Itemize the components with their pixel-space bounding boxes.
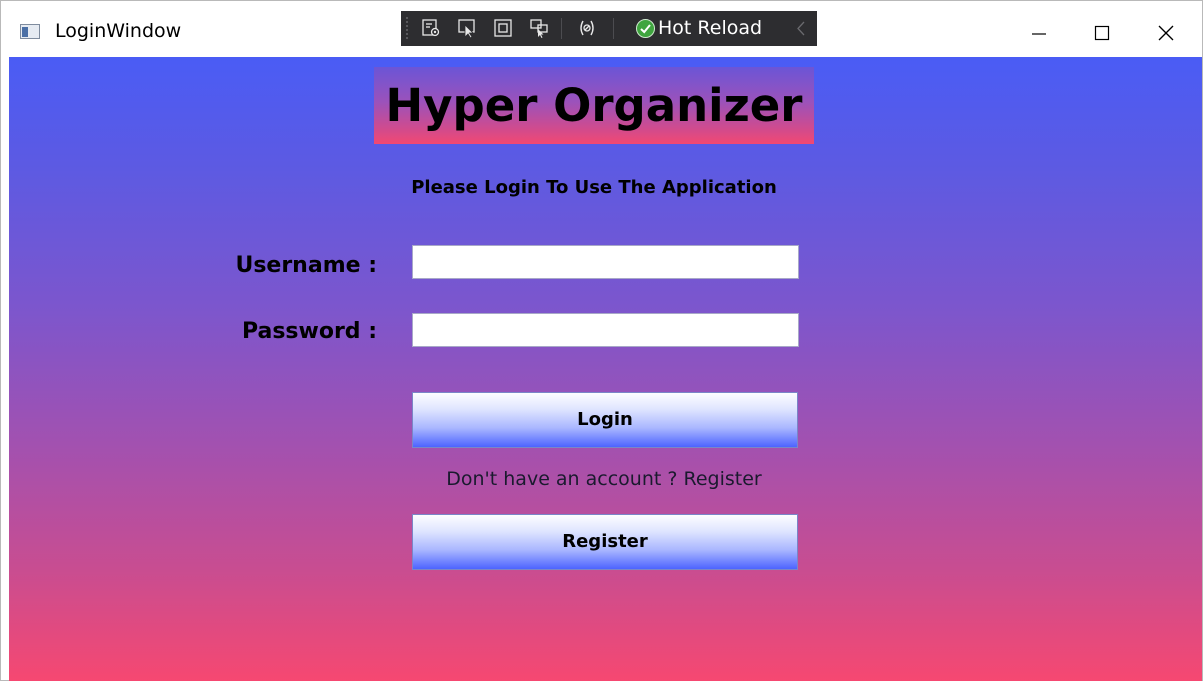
username-input[interactable] xyxy=(412,245,799,279)
window-icon xyxy=(20,24,40,39)
register-prompt[interactable]: Don't have an account ? Register xyxy=(354,465,854,493)
hot-reload-status-icon[interactable] xyxy=(636,19,655,38)
minimize-icon xyxy=(1032,33,1046,35)
username-label: Username : xyxy=(235,253,377,278)
close-icon xyxy=(1158,25,1174,41)
toolbar-separator xyxy=(613,18,614,39)
binding-failures-icon[interactable] xyxy=(577,18,597,38)
register-button[interactable]: Register xyxy=(412,514,798,570)
track-focused-element-icon[interactable] xyxy=(529,18,549,38)
maximize-button[interactable] xyxy=(1070,1,1134,57)
heading-banner: Hyper Organizer xyxy=(374,67,814,144)
display-layout-adorners-icon[interactable] xyxy=(493,18,513,38)
login-subtitle: Please Login To Use The Application xyxy=(411,177,777,198)
minimize-button[interactable] xyxy=(1006,1,1070,57)
toolbar-grip-icon[interactable] xyxy=(405,16,410,41)
select-element-icon[interactable] xyxy=(457,18,477,39)
maximize-icon xyxy=(1094,25,1110,41)
password-label: Password : xyxy=(241,319,377,344)
close-button[interactable] xyxy=(1134,1,1198,57)
login-panel: Hyper Organizer Please Login To Use The … xyxy=(9,57,1202,681)
debug-toolbar: Hot Reload xyxy=(401,11,817,46)
login-window: LoginWindow Hot Reload Hyper Organizer P… xyxy=(0,0,1203,681)
toolbar-separator xyxy=(561,18,562,39)
go-to-live-visual-tree-icon[interactable] xyxy=(421,18,441,38)
window-title: LoginWindow xyxy=(55,20,182,42)
password-input[interactable] xyxy=(412,313,799,347)
collapse-toolbar-icon[interactable] xyxy=(794,18,808,39)
hot-reload-label[interactable]: Hot Reload xyxy=(658,16,762,41)
title-bar[interactable]: LoginWindow Hot Reload xyxy=(1,1,1202,57)
login-button[interactable]: Login xyxy=(412,392,798,448)
app-heading: Hyper Organizer xyxy=(385,79,803,132)
